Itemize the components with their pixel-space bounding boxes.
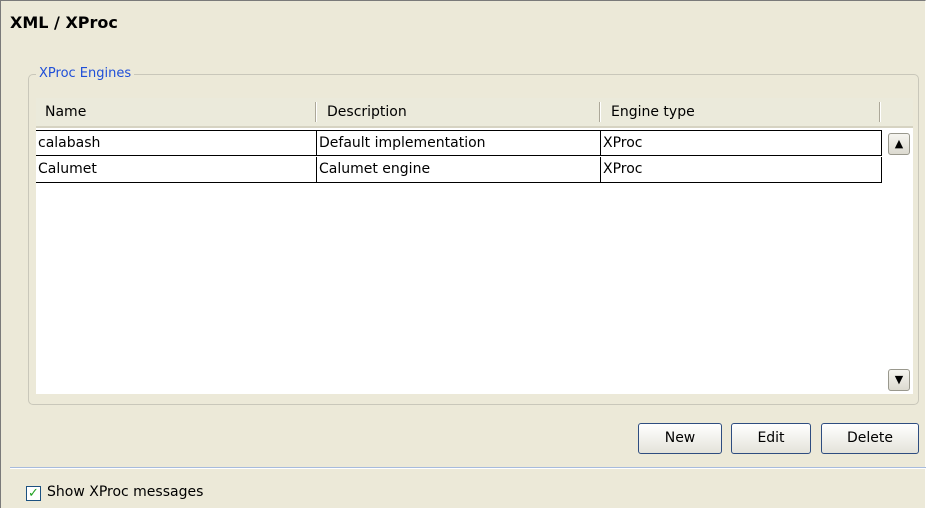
column-resize-handle[interactable] [315,102,317,122]
table-row[interactable]: Calumet Calumet engine XProc [36,157,882,183]
delete-button[interactable]: Delete [821,423,919,454]
chevron-up-icon[interactable]: ▲ [888,133,910,155]
table-header: Name Description Engine type [36,98,913,128]
edit-button[interactable]: Edit [731,423,811,454]
page-title: XML / XProc [10,13,118,32]
cell-engine-type: XProc [601,157,882,182]
chevron-down-icon[interactable]: ▼ [888,369,910,391]
separator [10,467,926,469]
cell-name: calabash [36,131,317,156]
new-button[interactable]: New [638,423,722,454]
checkmark-icon: ✓ [28,486,39,501]
column-resize-handle[interactable] [599,102,601,122]
vertical-scrollbar[interactable]: ▲ ▼ [885,129,913,394]
table-row[interactable]: calabash Default implementation XProc [36,130,882,156]
column-header-description[interactable]: Description [318,98,600,126]
engines-table[interactable]: Name Description Engine type calabash De… [36,98,913,394]
group-legend: XProc Engines [36,66,135,81]
column-header-engine-type[interactable]: Engine type [602,98,880,126]
column-resize-handle[interactable] [879,102,881,122]
cell-description: Default implementation [317,131,601,156]
preferences-panel: XML / XProc XProc Engines Name Descripti… [0,0,926,508]
cell-name: Calumet [36,157,317,182]
show-messages-label[interactable]: Show XProc messages [47,484,203,500]
cell-engine-type: XProc [601,131,882,156]
show-messages-checkbox[interactable]: ✓ [26,486,41,501]
column-header-name[interactable]: Name [36,98,315,126]
cell-description: Calumet engine [317,157,601,182]
